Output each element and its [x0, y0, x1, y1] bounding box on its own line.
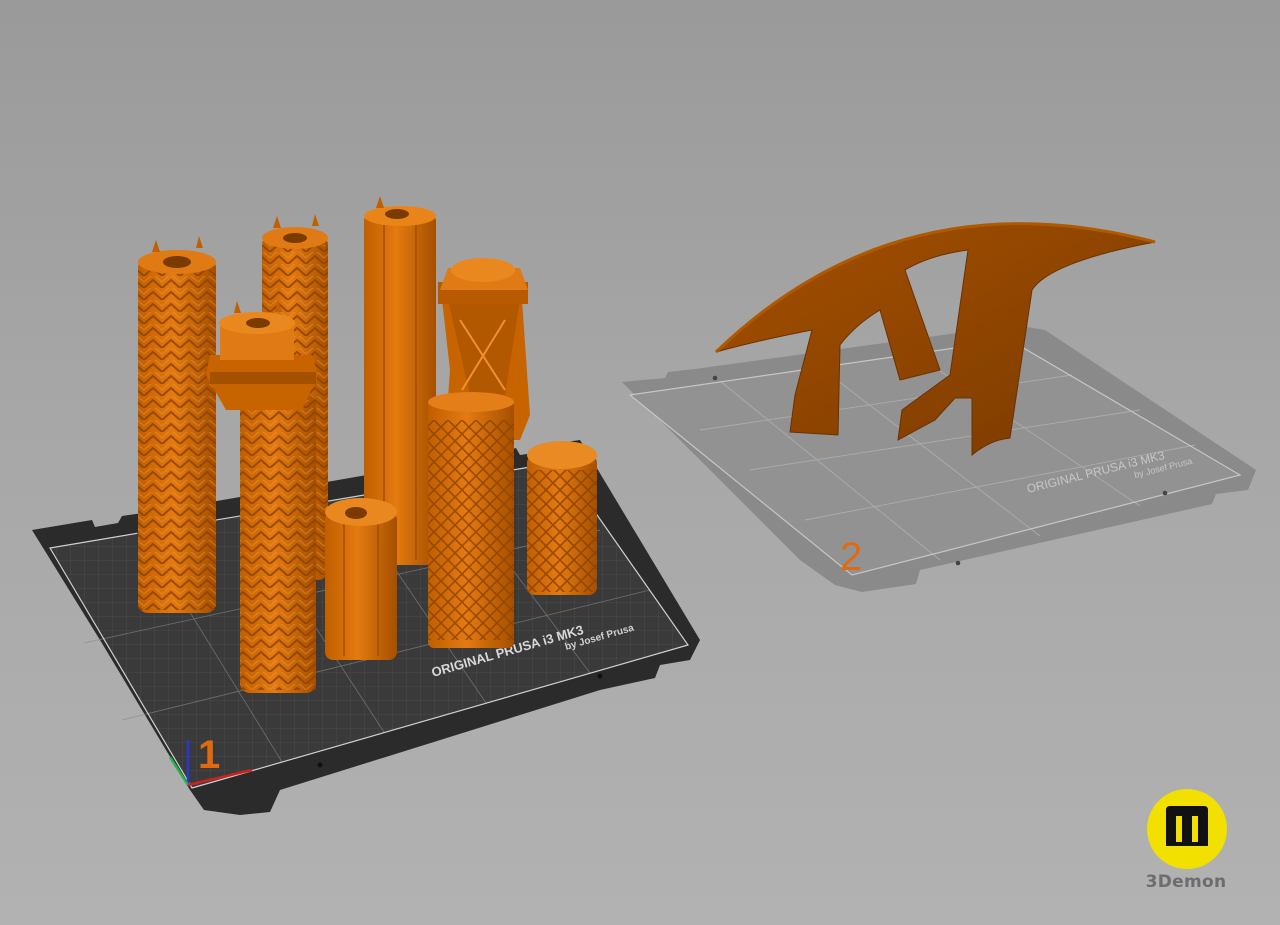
braided-column[interactable]: [138, 236, 216, 613]
3demon-logo-icon: [1147, 789, 1227, 869]
short-lattice-column[interactable]: [527, 441, 597, 595]
3d-viewport[interactable]: ORIGINAL PRUSA i3 MK3 by Josef Prusa 1 O…: [0, 0, 1280, 925]
build-plate-2[interactable]: ORIGINAL PRUSA i3 MK3 by Josef Prusa 2: [622, 325, 1256, 592]
plate-2-number: 2: [840, 535, 862, 579]
short-hollow-column[interactable]: [325, 498, 397, 660]
plate-1-number: 1: [198, 733, 220, 777]
brand-name: 3Demon: [1145, 872, 1227, 892]
